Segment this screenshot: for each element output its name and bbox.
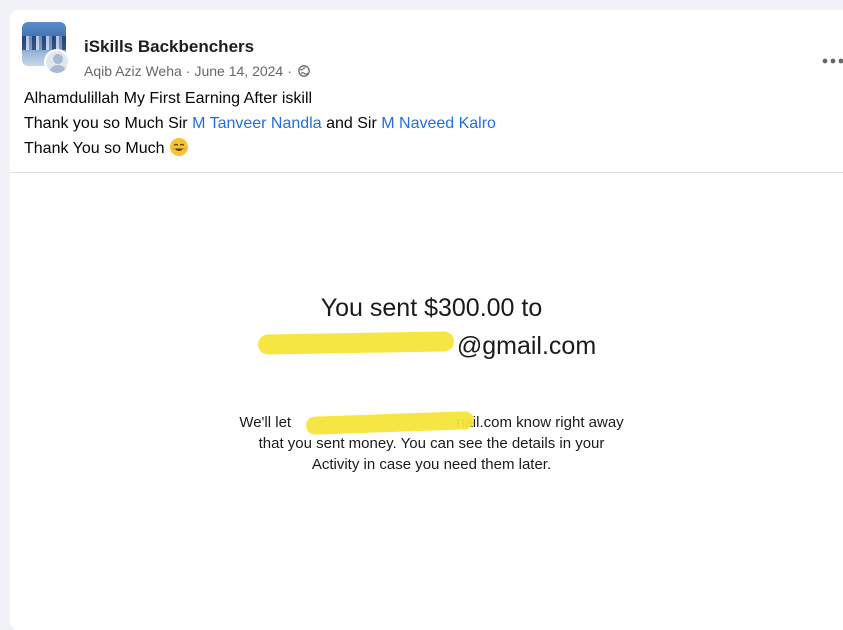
receipt-title: You sent $300.00 to	[320, 294, 543, 322]
author-name-link[interactable]: Aqib Aziz Weha	[84, 62, 182, 80]
mention-naveed-kalro[interactable]: M Naveed Kalro	[381, 115, 496, 132]
receipt-body-segment: We'll let	[239, 414, 292, 431]
post-header: iSkills Backbenchers Aqib Aziz Weha · Ju…	[22, 22, 843, 79]
receipt-body-line-2: that you sent money. You can see the det…	[258, 435, 605, 452]
globe-icon[interactable]	[298, 65, 310, 77]
smiling-face-emoji-icon	[169, 138, 188, 156]
post-image-payment-screenshot[interactable]	[10, 173, 843, 630]
post-text-line-3: Thank You so Much	[24, 136, 496, 161]
post-date-link[interactable]: June 14, 2024	[194, 62, 283, 80]
meta-separator-2: ·	[287, 63, 292, 79]
meta-separator: ·	[185, 63, 191, 79]
redaction-mark-email	[257, 331, 455, 355]
post-text-line-1: Alhamdulillah My First Earning After isk…	[24, 90, 313, 107]
post-card: iSkills Backbenchers Aqib Aziz Weha · Ju…	[10, 10, 843, 630]
mention-tanveer-nandla[interactable]: M Tanveer Nandla	[192, 115, 322, 132]
receipt-body-line-3: Activity in case you need them later.	[311, 456, 552, 473]
post-meta: Aqib Aziz Weha · June 14, 2024 ·	[84, 62, 310, 80]
author-avatar[interactable]	[44, 49, 70, 75]
post-text-segment: Thank You so Much	[24, 140, 165, 157]
post-text: Alhamdulillah My First Earning After isk…	[24, 86, 496, 161]
post-text-segment: and Sir	[321, 115, 382, 132]
group-name-link[interactable]: iSkills Backbenchers	[84, 37, 254, 57]
post-text-line-2: Thank you so Much Sir M Tanveer Nandla a…	[24, 111, 496, 136]
receipt-body-segment: nail.com know right away	[456, 414, 624, 431]
more-options-button[interactable]	[820, 52, 843, 70]
more-options-icon	[822, 58, 843, 64]
receipt-recipient-domain: @gmail.com	[456, 332, 597, 360]
post-text-segment: Thank you so Much Sir	[24, 115, 193, 132]
